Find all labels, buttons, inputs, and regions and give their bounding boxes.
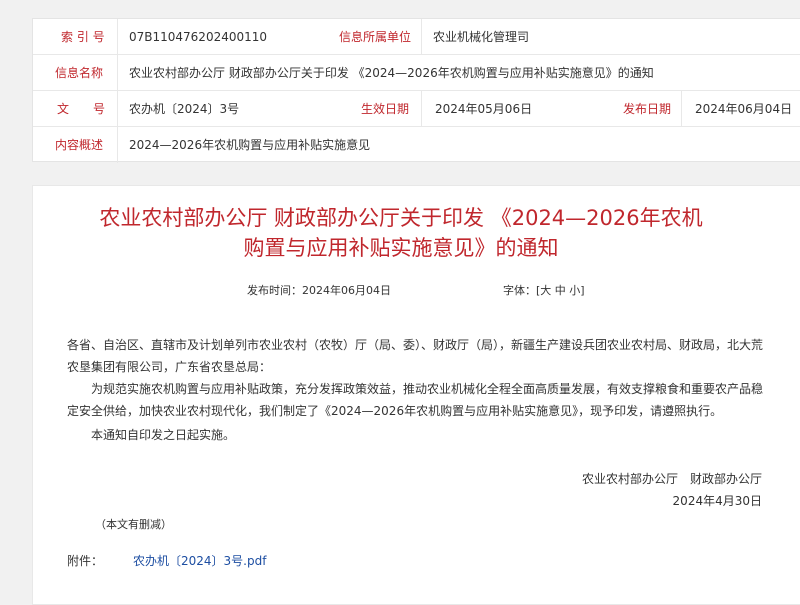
meta-row-name: 信息名称 农业农村部办公厅 财政部办公厅关于印发 《2024—2026年农机购置…: [33, 55, 800, 91]
name-label: 信息名称: [55, 66, 104, 80]
article-title-line2: 购置与应用补贴实施意见》的通知: [243, 236, 559, 260]
font-small-button[interactable]: 小: [569, 284, 580, 297]
summary-label: 内容概述: [55, 138, 104, 152]
font-medium-button[interactable]: 中: [555, 284, 566, 297]
unit-label: 信息所属单位: [339, 30, 412, 44]
index-label: 索 引 号: [61, 30, 105, 44]
recipients-paragraph: 各省、自治区、直辖市及计划单列市农业农村（农牧）厅（局、委）、财政厅（局），新疆…: [67, 338, 764, 374]
abridged-note: （本文有删减）: [95, 518, 172, 531]
index-value: 07B110476202400110: [129, 30, 268, 44]
divider: [117, 55, 118, 90]
meta-row-summary: 内容概述 2024—2026年农机购置与应用补贴实施意见: [33, 127, 800, 163]
unit-value: 农业机械化管理司: [433, 30, 530, 44]
font-large-button[interactable]: 大: [540, 284, 551, 297]
article-content: 农业农村部办公厅 财政部办公厅关于印发 《2024—2026年农机 购置与应用补…: [32, 185, 800, 605]
body-paragraph: 为规范实施农机购置与应用补贴政策，充分发挥政策效益，推动农业机械化全程全面高质量…: [67, 382, 764, 418]
doc-number-value: 农办机〔2024〕3号: [129, 102, 240, 116]
article-title-line1: 农业农村部办公厅 财政部办公厅关于印发 《2024—2026年农机: [99, 206, 703, 230]
meta-row-doc: 文 号 农办机〔2024〕3号 生效日期 2024年05月06日 发布日期 20…: [33, 91, 800, 127]
effective-date-label: 生效日期: [361, 102, 410, 116]
attachment-link[interactable]: 农办机〔2024〕3号.pdf: [133, 552, 266, 569]
divider: [117, 19, 118, 54]
publish-date-label: 发布日期: [623, 102, 672, 116]
publish-time: 发布时间：2024年06月04日: [247, 284, 391, 297]
meta-row-index: 索 引 号 07B110476202400110 信息所属单位 农业机械化管理司: [33, 19, 800, 55]
divider: [421, 19, 422, 54]
publish-date-value: 2024年06月04日: [695, 102, 793, 116]
font-size-label: 字体：: [503, 284, 536, 297]
doc-number-label: 文 号: [57, 102, 106, 116]
divider: [117, 127, 118, 163]
divider: [681, 91, 682, 126]
divider: [117, 91, 118, 126]
metadata-table: 索 引 号 07B110476202400110 信息所属单位 农业机械化管理司…: [32, 18, 800, 163]
divider: [421, 91, 422, 126]
signature: 农业农村部办公厅 财政部办公厅: [581, 472, 762, 486]
effective-date-value: 2024年05月06日: [435, 102, 533, 116]
name-value: 农业农村部办公厅 财政部办公厅关于印发 《2024—2026年农机购置与应用补贴…: [129, 66, 654, 80]
effective-paragraph: 本通知自印发之日起实施。: [91, 428, 236, 442]
sign-date: 2024年4月30日: [672, 494, 762, 508]
font-size-control: 字体：[大 中 小]: [503, 284, 585, 297]
summary-value: 2024—2026年农机购置与应用补贴实施意见: [129, 138, 371, 152]
attachment-label: 附件：: [67, 554, 104, 568]
